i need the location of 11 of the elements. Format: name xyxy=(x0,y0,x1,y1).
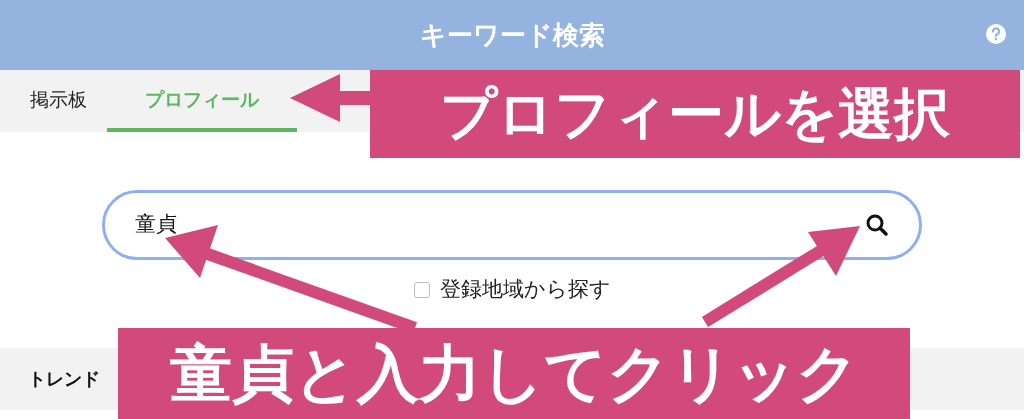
annotation-label: プロフィールを選択 xyxy=(370,70,1020,158)
help-icon[interactable] xyxy=(986,24,1006,44)
header-title: キーワード検索 xyxy=(419,18,605,52)
search-field[interactable]: 童貞 xyxy=(102,190,922,260)
tab[interactable]: 掲示板 xyxy=(10,70,107,132)
search-icon[interactable] xyxy=(865,213,889,237)
region-label: 登録地域から探す xyxy=(439,276,611,303)
search-value: 童貞 xyxy=(135,211,177,239)
region-checkbox[interactable] xyxy=(413,281,430,298)
annotation-label: 童貞と入力してクリック xyxy=(118,328,910,419)
trend-title: トレンド xyxy=(28,367,100,391)
